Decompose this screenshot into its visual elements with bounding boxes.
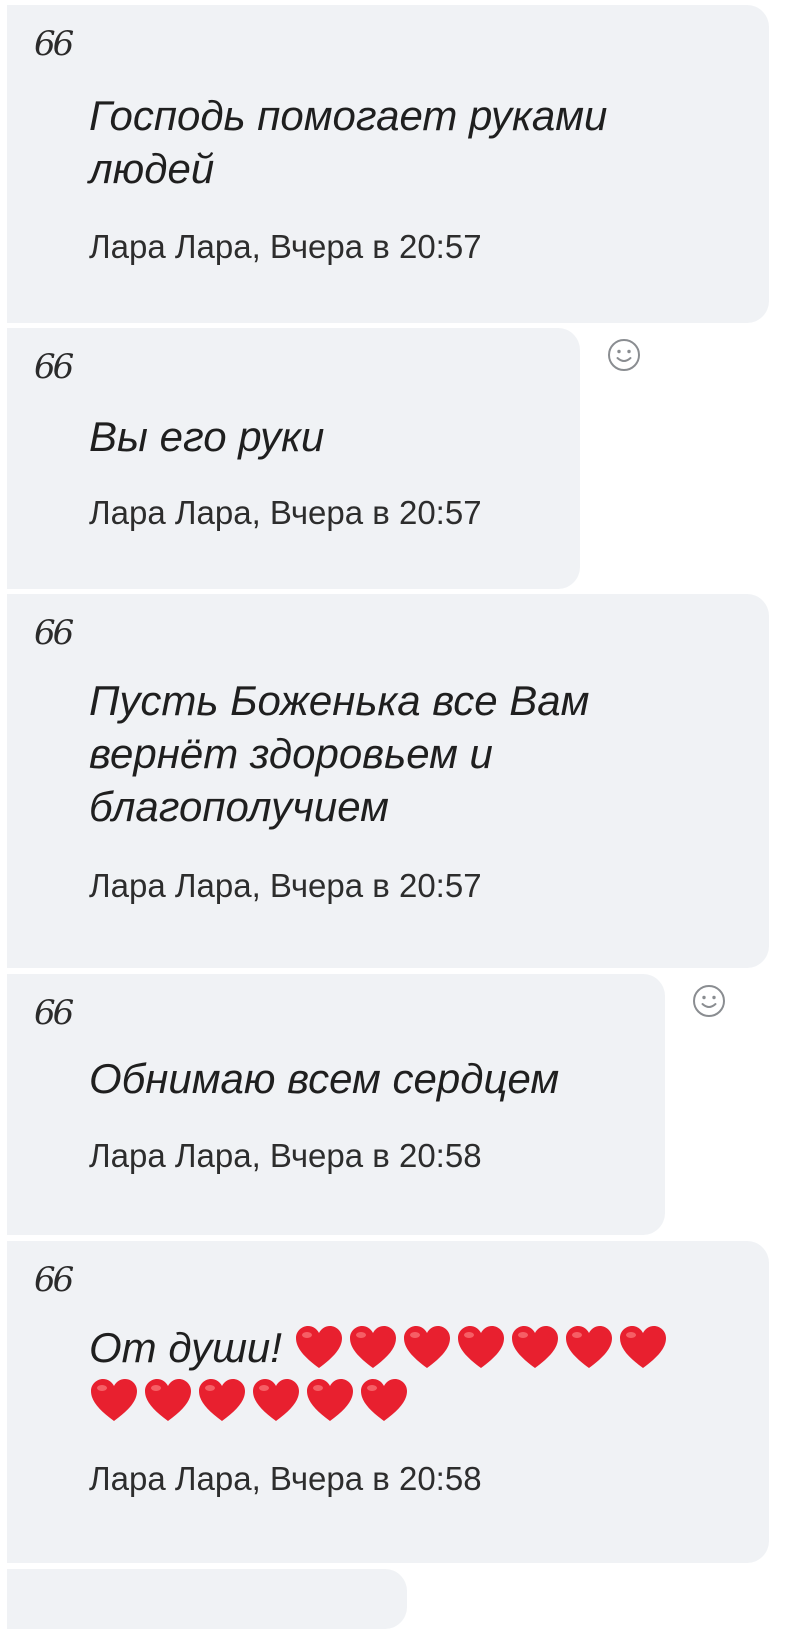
heart-emoji: [295, 1326, 342, 1368]
message-meta: Лара Лара, Вчера в 20:58: [89, 1137, 482, 1174]
heart-emoji: [361, 1379, 407, 1421]
heart-emoji: [457, 1326, 504, 1368]
message-text: Обнимаю всем сердцем: [89, 1055, 560, 1102]
heart-emoji: [91, 1379, 137, 1421]
heart-emoji: [199, 1379, 245, 1421]
heart-emoji: [253, 1379, 299, 1421]
message-meta: Лара Лара, Вчера в 20:57: [89, 494, 482, 531]
message-bubble[interactable]: 66 Господь помогает руками людей Лара Ла…: [7, 5, 769, 323]
message-bubble[interactable]: 66 Вы его руки Лара Лара, Вчера в 20:57: [7, 328, 580, 589]
message-text: Вы его руки: [89, 413, 325, 460]
heart-emoji: [145, 1379, 191, 1421]
heart-emoji: [403, 1326, 450, 1368]
message-meta: Лара Лара, Вчера в 20:58: [89, 1460, 482, 1497]
message-bubble[interactable]: 66 Пусть Боженька все Вам вернёт здоровь…: [7, 594, 769, 968]
message-meta: Лара Лара, Вчера в 20:57: [89, 867, 482, 904]
message-bubble-partial: [7, 1569, 407, 1629]
heart-emoji: [307, 1379, 353, 1421]
message-text: Пусть Боженька все Вам вернёт здоровьем …: [89, 677, 590, 830]
message-text: От души!: [89, 1321, 709, 1427]
heart-emoji: [565, 1326, 612, 1368]
heart-emoji: [619, 1326, 666, 1368]
quote-icon: 66: [34, 1260, 74, 1300]
message-meta: Лара Лара, Вчера в 20:57: [89, 228, 482, 265]
heart-emoji: [511, 1326, 558, 1368]
message-text-content: От души!: [89, 1324, 282, 1371]
heart-emoji: [349, 1326, 396, 1368]
quote-icon: 66: [34, 613, 74, 653]
quote-icon: 66: [34, 24, 74, 64]
smiley-face-icon[interactable]: [607, 338, 641, 372]
smiley-face-icon[interactable]: [692, 984, 726, 1018]
quote-icon: 66: [34, 347, 74, 387]
quote-icon: 66: [34, 993, 74, 1033]
message-bubble[interactable]: 66 Обнимаю всем сердцем Лара Лара, Вчера…: [7, 974, 665, 1235]
message-text: Господь помогает руками людей: [89, 92, 608, 192]
message-bubble[interactable]: 66 От души! Лара Лара, Вчера в 20:58: [7, 1241, 769, 1563]
